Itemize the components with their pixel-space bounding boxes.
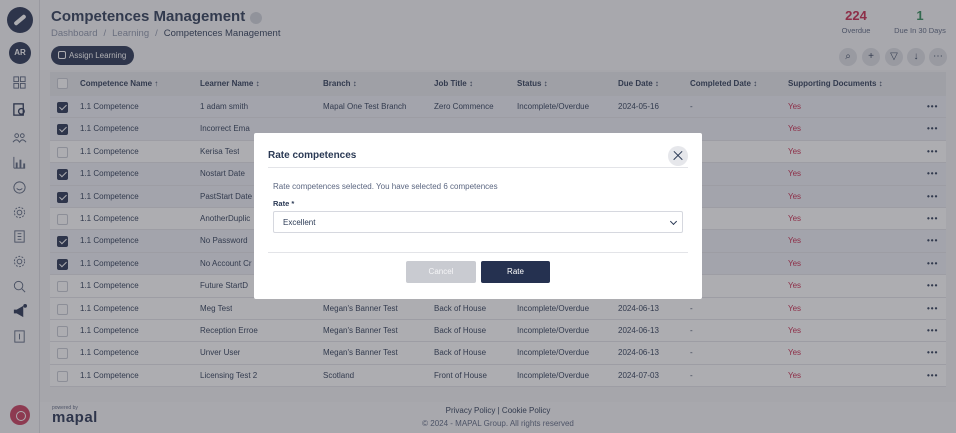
cancel-button[interactable]: Cancel bbox=[406, 261, 476, 283]
rate-select[interactable]: Excellent bbox=[273, 211, 683, 233]
modal-message: Rate competences selected. You have sele… bbox=[273, 182, 498, 191]
rate-label: Rate * bbox=[273, 199, 295, 208]
close-icon[interactable] bbox=[668, 146, 688, 166]
divider bbox=[268, 252, 688, 253]
rate-button[interactable]: Rate bbox=[481, 261, 550, 283]
modal-title: Rate competences bbox=[268, 150, 357, 161]
rate-competences-modal: Rate competences Rate competences select… bbox=[254, 133, 702, 299]
divider bbox=[268, 167, 688, 168]
rate-select-value: Excellent bbox=[283, 218, 316, 227]
chevron-down-icon bbox=[669, 217, 678, 226]
